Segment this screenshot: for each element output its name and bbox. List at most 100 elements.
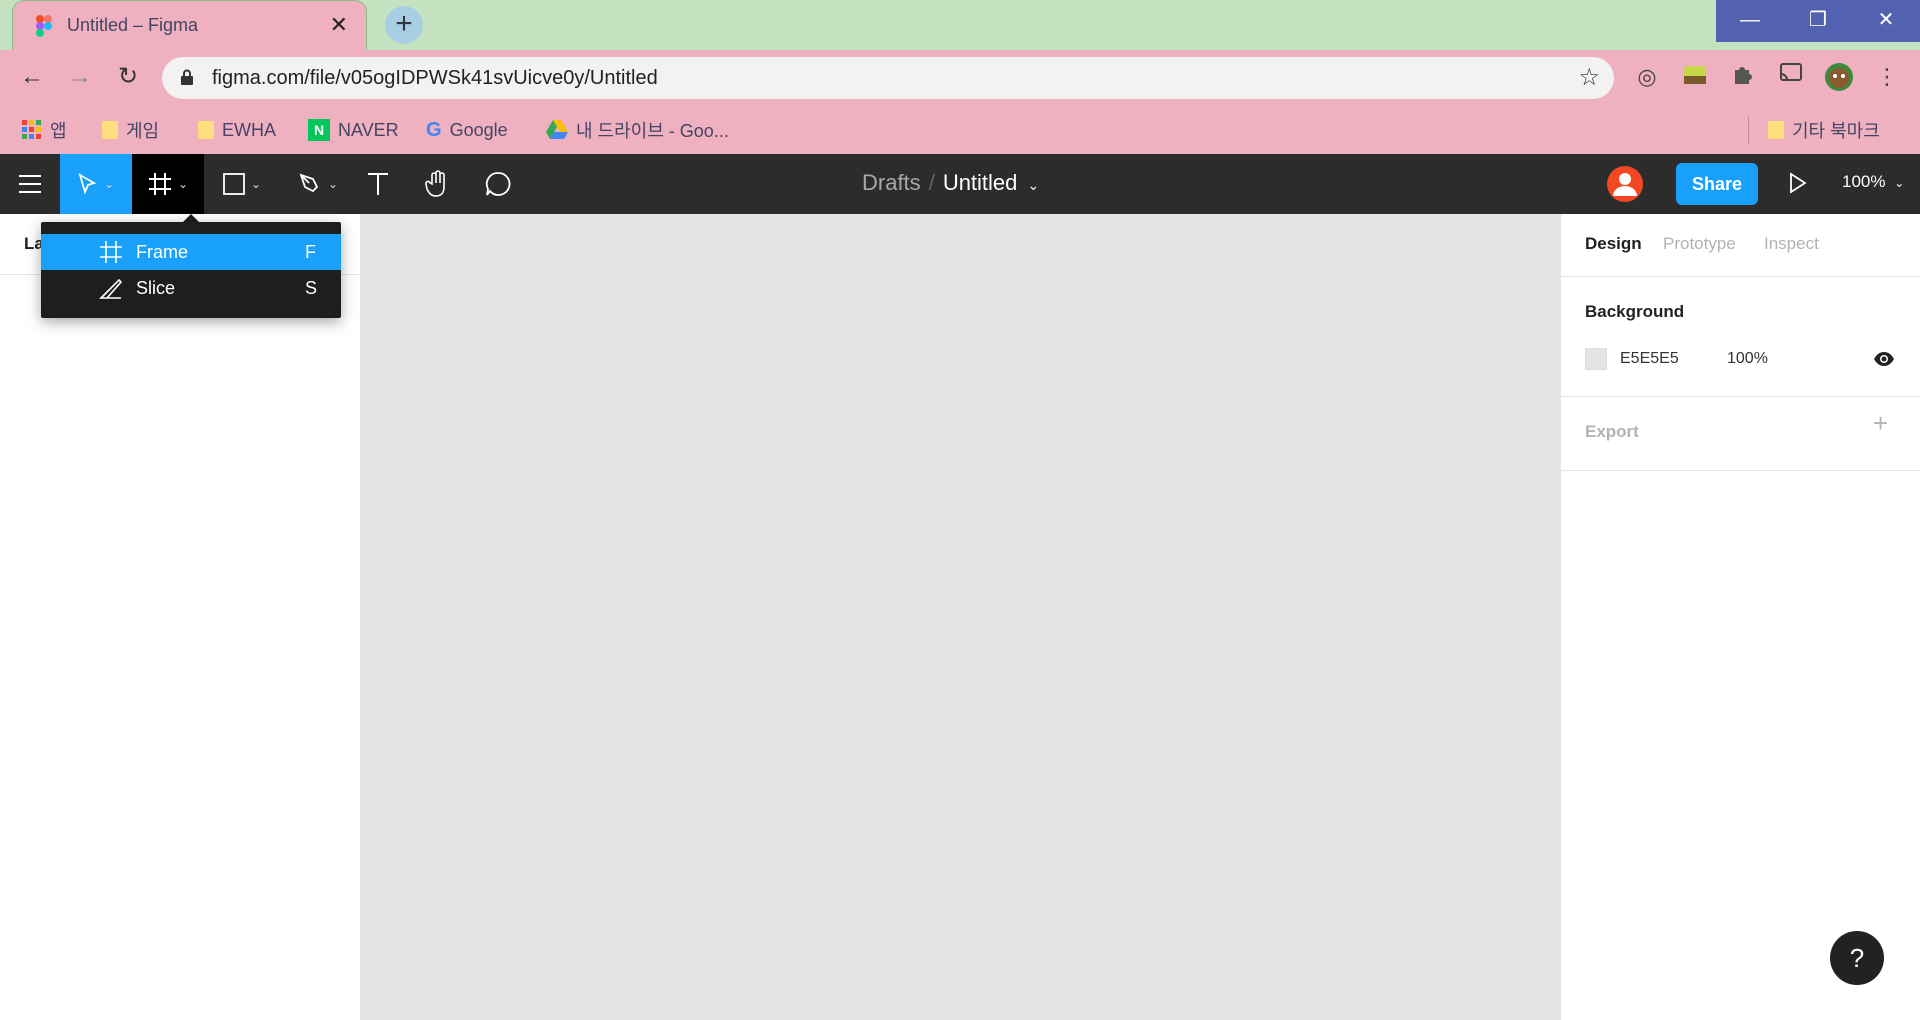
browser-tab[interactable]: Untitled – Figma ✕ (12, 0, 367, 50)
bookmark-label: 기타 북마크 (1792, 121, 1880, 141)
chevron-down-icon: ⌄ (1894, 176, 1905, 190)
bookmarks-bar: 앱 게임 EWHA N NAVER G Google 내 드라이브 - Goo.… (0, 106, 1920, 154)
bookmark-drive[interactable]: 내 드라이브 - Goo... (546, 118, 729, 142)
present-play-icon[interactable] (1784, 170, 1810, 196)
bookmark-google[interactable]: G Google (426, 118, 508, 142)
pen-tool-button[interactable]: ⌄ (288, 154, 348, 214)
menu-item-slice[interactable]: Slice S (41, 270, 341, 306)
figma-toolbar: ⌄ ⌄ ⌄ ⌄ Drafts / Untitled ⌄ Share 100% ⌄ (0, 154, 1920, 214)
bookmark-label: 앱 (50, 121, 67, 141)
address-bar[interactable]: figma.com/file/v05ogIDPWSk41svUicve0y/Un… (162, 57, 1614, 99)
new-tab-button[interactable]: + (385, 6, 423, 44)
export-heading: Export (1585, 422, 1639, 441)
tab-prototype[interactable]: Prototype (1663, 234, 1736, 254)
breadcrumb-drafts[interactable]: Drafts (862, 170, 921, 195)
zoom-level: 100% (1842, 172, 1886, 191)
lock-icon (181, 69, 193, 85)
comment-tool-button[interactable] (472, 154, 524, 214)
bookmark-naver[interactable]: N NAVER (308, 118, 399, 142)
bookmark-star-icon[interactable]: ☆ (1578, 63, 1600, 92)
screen: Untitled – Figma ✕ + — ❐ ✕ ← → ↻ figma.c… (0, 0, 1920, 1020)
puzzle-icon[interactable] (1728, 62, 1758, 92)
bookmark-label: NAVER (338, 119, 399, 140)
cast-icon[interactable] (1776, 62, 1806, 92)
layers-panel: La (0, 214, 361, 1020)
chevron-down-icon[interactable]: ⌄ (104, 177, 114, 191)
profile-avatar[interactable] (1824, 62, 1854, 92)
menu-pointer (183, 214, 199, 222)
minimize-button[interactable]: — (1716, 0, 1784, 42)
menu-item-frame[interactable]: Frame F (41, 234, 341, 270)
help-button[interactable]: ? (1830, 931, 1884, 985)
kebab-menu-icon[interactable]: ⋮ (1872, 62, 1902, 92)
menu-item-label: Frame (136, 242, 189, 262)
background-color-swatch[interactable] (1585, 348, 1607, 370)
drive-icon (546, 120, 568, 139)
cursor-icon (78, 173, 97, 195)
shape-tool-button[interactable]: ⌄ (212, 154, 272, 214)
hamburger-icon (19, 175, 41, 193)
rectangle-icon (223, 173, 245, 195)
share-button[interactable]: Share (1676, 163, 1758, 205)
slice-icon (99, 278, 123, 299)
canvas[interactable] (361, 214, 1560, 1020)
file-name[interactable]: Untitled (943, 170, 1018, 195)
properties-panel: Design Prototype Inspect Background E5E5… (1560, 214, 1920, 1020)
move-tool-button[interactable]: ⌄ (60, 154, 132, 214)
tab-close-icon[interactable]: ✕ (330, 13, 348, 37)
extension-app-icon[interactable] (1680, 62, 1710, 92)
reload-button[interactable]: ↻ (112, 62, 144, 94)
breadcrumb-separator: / (928, 170, 935, 195)
text-tool-button[interactable] (352, 154, 404, 214)
chevron-down-icon[interactable]: ⌄ (251, 177, 261, 191)
pen-icon (299, 173, 319, 193)
naver-icon: N (308, 119, 330, 141)
apps-grid-icon (22, 120, 41, 139)
background-opacity-input[interactable]: 100% (1727, 350, 1768, 368)
bookmark-other[interactable]: 기타 북마크 (1768, 118, 1880, 142)
url-text[interactable]: figma.com/file/v05ogIDPWSk41svUicve0y/Un… (212, 67, 658, 90)
frame-tool-menu: Frame F Slice S (41, 222, 341, 318)
divider (1561, 276, 1920, 277)
close-window-button[interactable]: ✕ (1852, 0, 1920, 42)
user-avatar[interactable] (1607, 166, 1643, 202)
frame-tool-button[interactable]: ⌄ (132, 154, 204, 214)
browser-tab-strip: Untitled – Figma ✕ + — ❐ ✕ (0, 0, 1920, 50)
tab-title: Untitled – Figma (67, 15, 199, 35)
back-button[interactable]: ← (16, 62, 48, 94)
background-hex-input[interactable]: E5E5E5 (1620, 350, 1679, 368)
frame-icon (148, 173, 171, 195)
globe-icon[interactable]: ◎ (1632, 62, 1662, 92)
bookmark-apps[interactable]: 앱 (22, 118, 67, 142)
bookmarks-divider (1748, 116, 1749, 144)
google-icon: G (426, 118, 442, 141)
background-heading: Background (1585, 302, 1685, 321)
tab-inspect[interactable]: Inspect (1764, 234, 1819, 254)
forward-button[interactable]: → (64, 62, 96, 94)
menu-item-label: Slice (136, 278, 176, 298)
hand-icon (425, 170, 445, 197)
bookmark-ewha[interactable]: EWHA (198, 118, 276, 142)
restore-button[interactable]: ❐ (1784, 0, 1852, 42)
chevron-down-icon[interactable]: ⌄ (328, 177, 338, 191)
hand-tool-button[interactable] (412, 154, 464, 214)
menu-item-shortcut: S (305, 278, 318, 298)
chevron-down-icon[interactable]: ⌄ (178, 177, 188, 191)
main-menu-button[interactable] (0, 154, 60, 214)
divider (1561, 396, 1920, 397)
folder-icon (198, 121, 214, 139)
frame-icon (100, 241, 122, 263)
eye-icon[interactable] (1873, 350, 1895, 368)
zoom-dropdown[interactable]: 100% ⌄ (1842, 172, 1904, 192)
tab-design[interactable]: Design (1585, 234, 1642, 254)
bookmark-label: EWHA (222, 119, 276, 140)
add-export-icon[interactable]: + (1873, 410, 1888, 436)
menu-item-shortcut: F (305, 242, 316, 262)
divider (1561, 470, 1920, 471)
chevron-down-icon[interactable]: ⌄ (1028, 177, 1040, 193)
text-icon (368, 173, 388, 195)
bookmark-label: 게임 (126, 121, 160, 141)
folder-icon (102, 121, 118, 139)
folder-icon (1768, 121, 1784, 139)
bookmark-games[interactable]: 게임 (102, 118, 159, 142)
